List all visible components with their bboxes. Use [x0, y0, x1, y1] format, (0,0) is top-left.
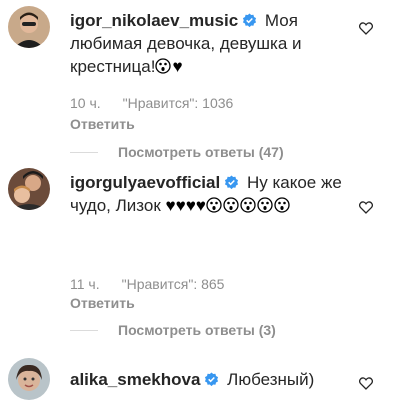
- view-replies-button[interactable]: Посмотреть ответы (3): [70, 322, 276, 338]
- username[interactable]: alika_smekhova: [70, 370, 200, 389]
- view-replies-label: Посмотреть ответы (3): [118, 322, 276, 338]
- reply-button[interactable]: Ответить: [70, 116, 135, 132]
- reply-button[interactable]: Ответить: [70, 295, 135, 311]
- view-replies-button[interactable]: Посмотреть ответы (47): [70, 144, 284, 160]
- username[interactable]: igorgulyaevofficial: [70, 173, 220, 192]
- verified-badge-icon: [243, 13, 257, 28]
- black-heart-emoji: ♥: [165, 196, 176, 215]
- comment-body: igorgulyaevofficial Ну какое же чудо, Ли…: [70, 171, 360, 217]
- astonished-face-emoji: [206, 197, 222, 213]
- astonished-face-emoji: [223, 197, 239, 213]
- heart-outline-icon[interactable]: [359, 22, 373, 35]
- likes-count[interactable]: "Нравится": 865: [122, 276, 225, 292]
- comment-text: Любезный): [227, 370, 315, 389]
- black-heart-emoji: ♥: [175, 196, 186, 215]
- avatar[interactable]: [8, 168, 50, 210]
- view-replies-label: Посмотреть ответы (47): [118, 144, 284, 160]
- astonished-face-emoji: [155, 58, 172, 74]
- comment-meta: 11 ч. "Нравится": 865: [70, 276, 224, 292]
- likes-count[interactable]: "Нравится": 1036: [123, 95, 234, 111]
- divider-line: [70, 329, 98, 331]
- black-heart-emoji: ♥: [195, 196, 206, 215]
- black-heart-emoji: ♥: [185, 196, 196, 215]
- comment-body: igor_nikolaev_music Моя любимая девочка,…: [70, 9, 360, 78]
- divider-line: [70, 151, 98, 153]
- astonished-face-emoji: [257, 197, 273, 213]
- verified-badge-icon: [225, 175, 239, 190]
- avatar[interactable]: [8, 6, 50, 48]
- comment-meta: 10 ч. "Нравится": 1036: [70, 95, 233, 111]
- astonished-face-emoji: [240, 197, 256, 213]
- avatar[interactable]: [8, 358, 50, 400]
- heart-outline-icon[interactable]: [359, 377, 373, 390]
- verified-badge-icon: [205, 372, 219, 387]
- comment-time[interactable]: 11 ч.: [70, 276, 100, 292]
- comment-time[interactable]: 10 ч.: [70, 95, 101, 111]
- astonished-face-emoji: [274, 197, 290, 213]
- heart-outline-icon[interactable]: [359, 201, 373, 214]
- username[interactable]: igor_nikolaev_music: [70, 11, 238, 30]
- comment-body: alika_smekhova Любезный): [70, 368, 360, 391]
- black-heart-emoji: ♥: [172, 57, 183, 76]
